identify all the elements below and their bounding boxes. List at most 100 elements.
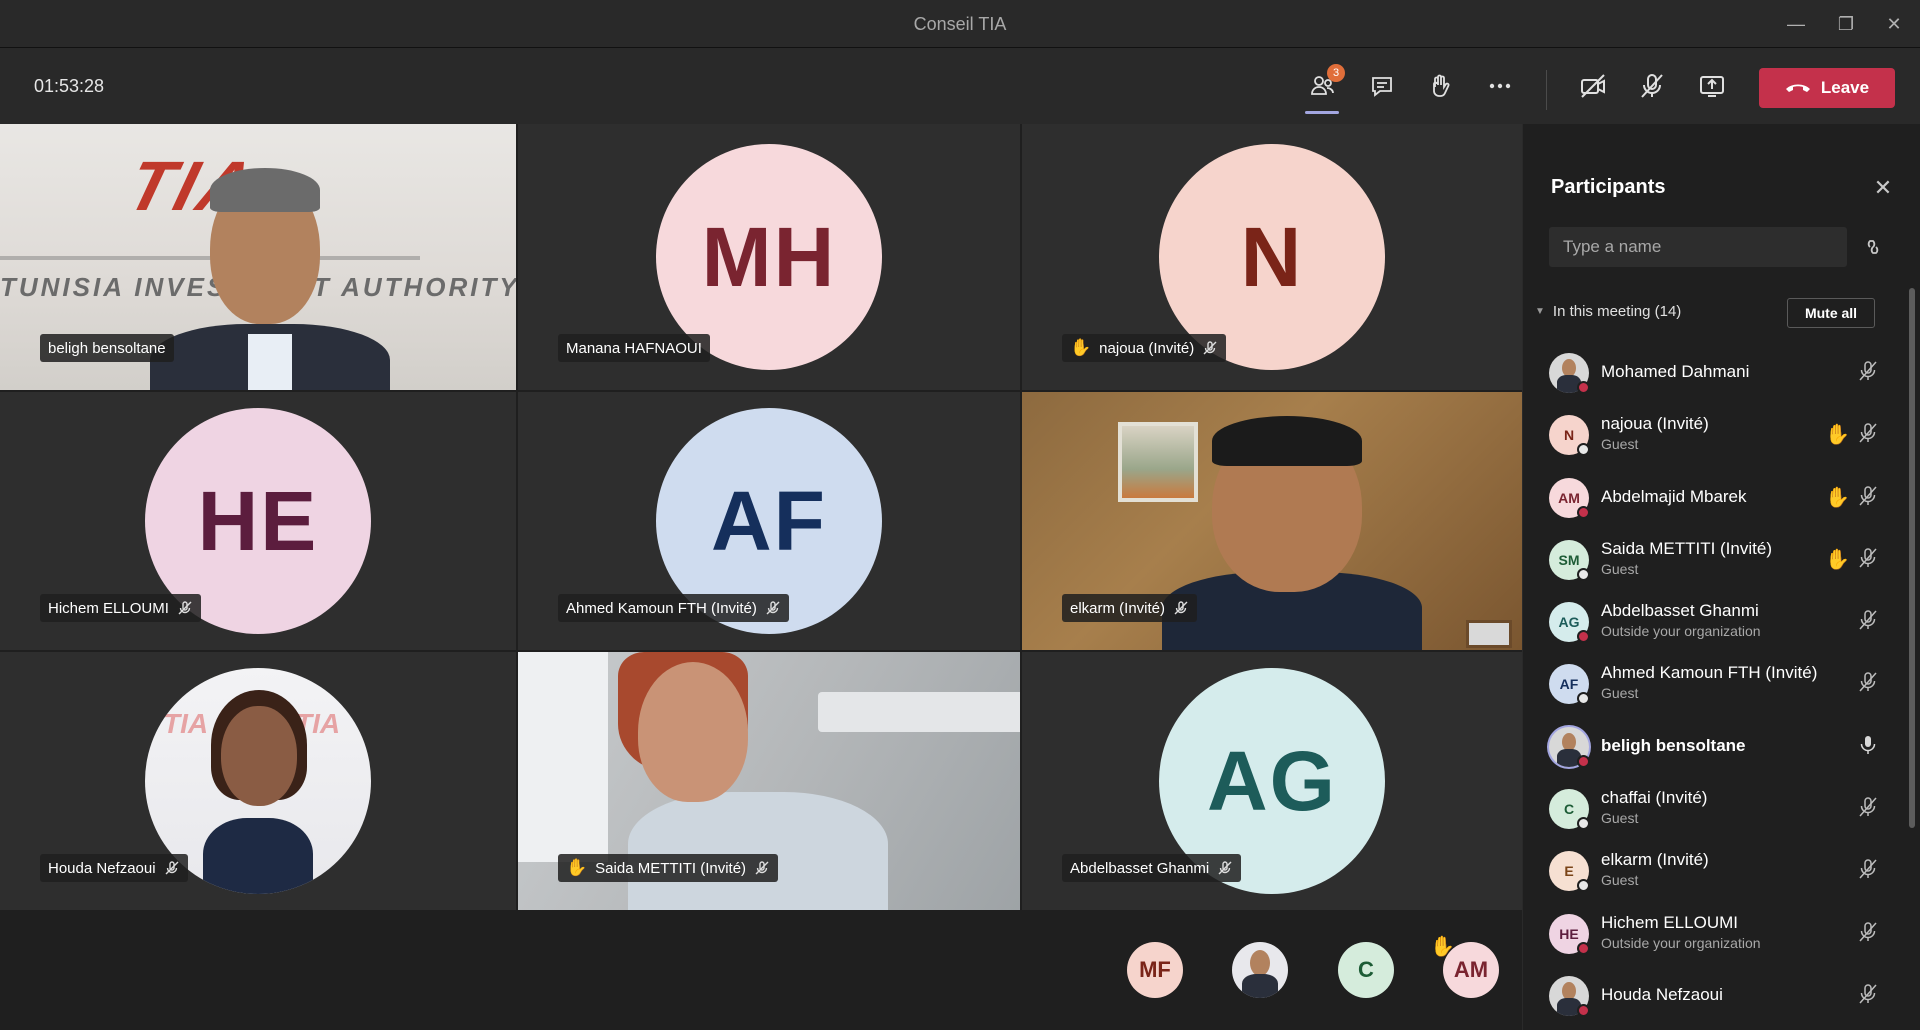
participant-row[interactable]: AF Ahmed Kamoun FTH (Invité) Guest (1523, 651, 1909, 713)
video-tile[interactable]: elkarm (Invité) (1022, 392, 1522, 650)
mic-off-icon[interactable] (1857, 796, 1879, 818)
raised-hand-icon: ✋ (566, 858, 588, 877)
section-label: In this meeting (14) (1552, 303, 1682, 320)
chevron-down-icon: ▼ (1535, 306, 1545, 317)
video-grid: TIA TUNISIA INVESTMENT AUTHORITY beligh … (0, 124, 1522, 910)
participant-row[interactable]: AM Abdelmajid Mbarek ✋ (1523, 465, 1909, 527)
chat-button[interactable] (1361, 66, 1403, 106)
participant-name-tag: Houda Nefzaoui (40, 854, 188, 882)
leave-button[interactable]: Leave (1759, 68, 1895, 108)
video-tile[interactable]: ✋ Saida METTITI (Invité) (518, 652, 1020, 910)
participant-name: Mohamed Dahmani (1601, 362, 1750, 381)
mic-on-icon[interactable] (1857, 734, 1879, 756)
leave-label: Leave (1820, 78, 1870, 97)
participant-name: Houda Nefzaoui (1601, 984, 1723, 1004)
mic-off-icon[interactable] (1857, 422, 1879, 444)
panel-scrollbar[interactable] (1909, 288, 1915, 828)
presence-status-icon (1577, 1003, 1590, 1017)
participant-name-tag: Manana HAFNAOUI (558, 334, 710, 362)
participant-row[interactable]: Mohamed Dahmani (1523, 340, 1909, 402)
participant-name: najoua (Invité) (1601, 414, 1709, 434)
wall-painting (1118, 422, 1198, 502)
participant-name-tag: ✋ najoua (Invité) (1062, 334, 1227, 362)
phone-hangup-icon (1785, 84, 1810, 92)
presence-status-icon (1577, 692, 1590, 706)
participant-name: Abdelbasset Ghanmi (1601, 601, 1759, 621)
presence-status-icon (1577, 941, 1590, 955)
close-window-icon[interactable]: ✕ (1876, 10, 1912, 38)
more-actions-button[interactable] (1479, 66, 1521, 106)
share-screen-icon (1700, 76, 1724, 97)
participant-role: Guest (1601, 560, 1639, 577)
participant-name-tag: Abdelbasset Ghanmi (1062, 854, 1242, 882)
video-tile[interactable]: AF Ahmed Kamoun FTH (Invité) (518, 392, 1020, 650)
panel-title: Participants (1551, 176, 1666, 198)
mic-off-icon[interactable] (1857, 671, 1879, 693)
mute-all-button[interactable]: Mute all (1787, 298, 1875, 328)
close-icon[interactable]: ✕ (1869, 174, 1897, 202)
share-content-button[interactable] (1691, 66, 1733, 106)
presence-status-icon (1577, 567, 1590, 581)
participant-row[interactable]: Cchaffai (Invité) Guest (1523, 776, 1909, 838)
video-tile[interactable]: N ✋ najoua (Invité) (1022, 124, 1522, 390)
restore-icon[interactable]: ❐ (1828, 10, 1864, 38)
room-window (518, 652, 608, 862)
camera-off-icon (1581, 74, 1605, 98)
participants-count-badge: 3 (1327, 64, 1345, 82)
air-conditioner (818, 692, 1020, 732)
raise-hand-icon (1433, 74, 1450, 97)
participant-name: najoua (Invité) (1099, 339, 1195, 357)
in-meeting-section-header[interactable]: ▼ In this meeting (14) (1535, 303, 1681, 320)
participant-name: beligh bensoltane (48, 339, 166, 357)
video-tile[interactable]: MH Manana HAFNAOUI (518, 124, 1020, 390)
participants-button[interactable]: 3 (1301, 64, 1345, 114)
video-tile[interactable]: TIA TUNISIA INVESTMENT AUTHORITY beligh … (0, 124, 516, 390)
participant-row[interactable]: Eelkarm (Invité) Guest (1523, 838, 1909, 900)
mic-off-icon[interactable] (1857, 983, 1879, 1005)
participant-name: Saida METTITI (Invité) (1601, 538, 1772, 558)
mic-off-icon (165, 861, 179, 875)
participant-name: elkarm (Invité) (1601, 850, 1709, 870)
presence-status-icon (1577, 381, 1590, 394)
participants-panel: Participants ✕ ▼ In this meeting (14) Mu… (1522, 124, 1920, 1030)
window-title: Conseil TIA (913, 14, 1007, 34)
video-tile[interactable]: TIA TIA Houda Nefzaoui (0, 652, 516, 910)
participant-row[interactable]: Nnajoua (Invité) Guest ✋ (1523, 402, 1909, 464)
video-tile[interactable]: HE Hichem ELLOUMI (0, 392, 516, 650)
participant-row[interactable]: AG Abdelbasset Ghanmi Outside your organiz… (1523, 589, 1909, 651)
participant-hair (1212, 416, 1362, 466)
mic-off-icon[interactable] (1857, 858, 1879, 880)
presence-status-icon (1577, 443, 1590, 457)
participant-search-input[interactable] (1549, 227, 1847, 267)
participant-role: Outside your organization (1601, 934, 1761, 951)
teams-meeting-window: Conseil TIA — ❐ ✕ 01:53:28 3 Leave TIA T… (0, 0, 1920, 1030)
mic-off-icon[interactable] (1857, 609, 1879, 631)
participant-row[interactable]: Houda Nefzaoui (1523, 963, 1909, 1025)
participant-row[interactable]: HE Hichem ELLOUMI Outside your organizatio… (1523, 901, 1909, 963)
raise-hand-button[interactable] (1419, 66, 1461, 106)
overflow-avatar-photo[interactable] (1232, 942, 1288, 998)
overflow-avatar[interactable]: C (1338, 942, 1394, 998)
video-tile[interactable]: AG Abdelbasset Ghanmi (1022, 652, 1522, 910)
mic-off-icon[interactable] (1857, 485, 1879, 507)
participant-name: Ahmed Kamoun FTH (Invité) (1601, 663, 1818, 683)
participant-name: elkarm (Invité) (1070, 599, 1166, 617)
mic-off-icon (1218, 861, 1232, 875)
participant-row[interactable]: SM Saida METTITI (Invité) Guest ✋ (1523, 527, 1909, 589)
raised-hand-icon: ✋ (1070, 338, 1092, 357)
participant-body (1242, 974, 1278, 998)
camera-toggle-button[interactable] (1572, 66, 1614, 106)
mic-toggle-button[interactable] (1631, 66, 1673, 106)
tia-logo-watermark: TIA (163, 708, 209, 739)
overflow-avatar[interactable]: MF (1127, 942, 1183, 998)
participant-role: Guest (1601, 436, 1639, 453)
mic-off-icon[interactable] (1857, 360, 1879, 382)
mic-off-icon[interactable] (1857, 547, 1879, 569)
raised-hand-icon: ✋ (1825, 486, 1850, 509)
participant-row[interactable]: beligh bensoltane (1523, 714, 1909, 776)
overflow-participants-strip: MF C AM ✋ (0, 910, 1522, 1030)
picture-frame (1466, 620, 1512, 648)
minimize-icon[interactable]: — (1778, 10, 1814, 38)
mic-off-icon[interactable] (1857, 921, 1879, 943)
share-invite-icon[interactable] (1861, 235, 1885, 259)
